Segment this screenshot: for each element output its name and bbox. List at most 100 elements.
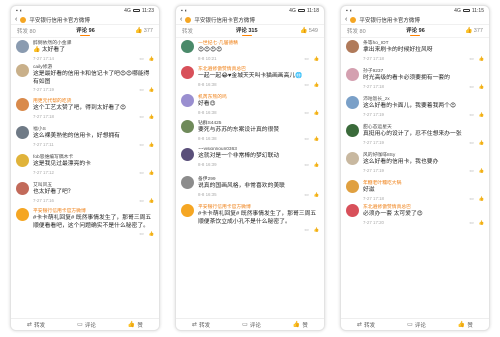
- thumb-up-icon[interactable]: 👍: [314, 56, 319, 62]
- thumb-up-icon[interactable]: 👍: [149, 170, 154, 176]
- reply-icon[interactable]: ▭: [304, 56, 308, 62]
- thumb-up-icon[interactable]: 👍: [479, 112, 484, 118]
- avatar[interactable]: [346, 68, 359, 81]
- comment-item[interactable]: 风的好咖啡8Sy 这么好看的信用卡，我也要办 7-27 17:19 ▭ 👍: [346, 151, 484, 179]
- like-button[interactable]: 👍 赞: [128, 321, 143, 329]
- thumb-up-icon[interactable]: 👍: [314, 162, 319, 168]
- comment-item[interactable]: 平安银行信用卡官方微博 #卡卡萌礼回复# 既然事情发生了，那哥三周五顺便看看吧，这…: [16, 207, 154, 241]
- tab-comments[interactable]: 评论 96: [406, 26, 425, 37]
- thumb-up-icon[interactable]: 👍: [149, 56, 154, 62]
- commenter-name[interactable]: 福小S: [33, 125, 154, 132]
- comment-item[interactable]: 钻群S4425 要死与苏苏的东案设计真的很赞 8-8 16:38 ▭ 👍: [181, 119, 319, 147]
- comment-item[interactable]: 备伊299 说真的国画风格，非常喜欢的美联 8-8 16:35 ▭ 👍: [181, 175, 319, 203]
- thumb-up-icon[interactable]: 👍: [479, 56, 484, 62]
- reply-icon[interactable]: ▭: [304, 162, 308, 168]
- comment-item[interactable]: 条等ho_IOT 拿出来刷卡的时候好拉风呀 7-27 17:18 ▭ 👍: [346, 39, 484, 67]
- avatar[interactable]: [181, 176, 194, 189]
- comment-button[interactable]: ▭ 评论: [77, 321, 96, 329]
- thumb-up-icon[interactable]: 👍: [479, 140, 484, 146]
- commenter-name[interactable]: 平安银行信用卡官方微博: [33, 207, 154, 214]
- reply-icon[interactable]: ▭: [139, 87, 143, 93]
- avatar[interactable]: [181, 66, 194, 79]
- comment-item[interactable]: 机芮东熊的鸣 好看😍 8-8 16:38 ▭ 👍: [181, 93, 319, 119]
- reply-icon[interactable]: ▭: [304, 192, 308, 198]
- tab-repost[interactable]: 转发 80: [347, 27, 366, 35]
- comment-item[interactable]: 年糖老叶糯吃大锅 好滋 7-27 17:18 ▭ 👍: [346, 179, 484, 203]
- avatar[interactable]: [181, 120, 194, 133]
- commenter-name[interactable]: 甜心态运星天: [363, 123, 484, 130]
- reply-icon[interactable]: ▭: [304, 136, 308, 142]
- comment-item[interactable]: 平安银行信用卡官方微博 #卡卡萌礼回复# 既然事情发生了，那哥三周五顺便茶饮立成小…: [181, 203, 319, 237]
- avatar[interactable]: [181, 40, 194, 53]
- reply-icon[interactable]: ▭: [139, 142, 143, 148]
- thumb-up-icon[interactable]: 👍: [314, 110, 319, 116]
- back-arrow-icon[interactable]: ‹: [15, 16, 17, 23]
- thumb-up-icon[interactable]: 👍: [479, 84, 484, 90]
- reply-icon[interactable]: ▭: [304, 82, 308, 88]
- account-avatar[interactable]: [185, 16, 192, 23]
- commenter-name[interactable]: 风的好咖啡8Sy: [363, 151, 484, 158]
- commenter-name[interactable]: 东北遍修傲赞情真总巴: [198, 65, 319, 72]
- like-button[interactable]: 👍 赞: [293, 321, 308, 329]
- commenter-name[interactable]: 年糖老叶糯吃大锅: [363, 179, 484, 186]
- commenter-name[interactable]: 机芮东熊的鸣: [198, 93, 319, 100]
- comment-item[interactable]: 东北遍修傲赞情真总巴 必须办一套 太可爱了😍 7-27 17:20 ▭ 👍: [346, 203, 484, 229]
- thumb-up-icon[interactable]: 👍: [479, 168, 484, 174]
- comment-item[interactable]: 一世纪七·几届德精 😍😍😍😍 8-8 10:21 ▭ 👍: [181, 39, 319, 65]
- thumb-up-icon[interactable]: 👍: [149, 198, 154, 204]
- comment-item[interactable]: 甜心态运星天 真挺用心的设计了，忍不住想来办一张 7-27 17:19 ▭ 👍: [346, 123, 484, 151]
- repost-button[interactable]: ⇄ 转发: [27, 321, 45, 329]
- commenter-name[interactable]: 艾叫风五: [33, 181, 154, 188]
- like-button[interactable]: 👍 赞: [458, 321, 473, 329]
- comment-item[interactable]: 东北遍修傲赞情真总巴 一起一起😂♥金城天天叫卡猫画画高儿🌐 8-8 16:38 ▭ 👍: [181, 65, 319, 93]
- commenter-name[interactable]: 条等ho_IOT: [363, 39, 484, 46]
- comment-button[interactable]: ▭ 评论: [242, 321, 261, 329]
- commenter-name[interactable]: 备伊299: [198, 175, 319, 182]
- commenter-name[interactable]: 平安银行信用卡官方微博: [198, 203, 319, 210]
- comment-item[interactable]: ~~vision/ioun0363 这就对是一个非常棒的梦幻联动 8-8 16:39…: [181, 147, 319, 175]
- comment-item[interactable]: 醉倒依然的小金驿 👍 太好看了 7-27 17:14 ▭ 👍: [16, 39, 154, 63]
- reply-icon[interactable]: ▭: [469, 112, 473, 118]
- reply-icon[interactable]: ▭: [304, 110, 308, 116]
- comment-item[interactable]: 用更元代帮的吃货 这个工艺太赞了吧，得到太好看了😍 7-27 17:18 ▭ 👍: [16, 97, 154, 125]
- thumb-up-icon[interactable]: 👍: [314, 227, 319, 233]
- reply-icon[interactable]: ▭: [139, 170, 143, 176]
- tab-repost[interactable]: 转发 80: [17, 27, 36, 35]
- avatar[interactable]: [181, 94, 194, 107]
- comment-item[interactable]: caily修游 这是最好看的信用卡和信记卡了吧😍😍哪能得有如图 7-27 17:19…: [16, 63, 154, 97]
- avatar[interactable]: [181, 148, 194, 161]
- tab-comments[interactable]: 评论 315: [236, 26, 258, 37]
- tab-repost[interactable]: 转发: [182, 27, 193, 35]
- comment-item[interactable]: 沛咕饭长_zx 这么好看的卡面儿，我要着我两个😍 7-27 17:19 ▭ 👍: [346, 95, 484, 123]
- thumb-up-icon[interactable]: 👍: [479, 220, 484, 226]
- commenter-name[interactable]: fob思维编写稿木卡: [33, 153, 154, 160]
- back-arrow-icon[interactable]: ‹: [180, 16, 182, 23]
- comment-button[interactable]: ▭ 评论: [407, 321, 426, 329]
- thumb-up-icon[interactable]: 👍: [314, 136, 319, 142]
- reply-icon[interactable]: ▭: [139, 114, 143, 120]
- tab-comments[interactable]: 评论 96: [76, 26, 95, 37]
- repost-button[interactable]: ⇄ 转发: [357, 321, 375, 329]
- comment-item[interactable]: fob思维编写稿木卡 这是我见过最漂亮的卡 7-27 17:12 ▭ 👍: [16, 153, 154, 181]
- reply-icon[interactable]: ▭: [469, 56, 473, 62]
- avatar[interactable]: [346, 124, 359, 137]
- commenter-name[interactable]: 孙子9237: [363, 67, 484, 74]
- reply-icon[interactable]: ▭: [469, 84, 473, 90]
- avatar[interactable]: [16, 182, 29, 195]
- reply-icon[interactable]: ▭: [469, 168, 473, 174]
- commenter-name[interactable]: 沛咕饭长_zx: [363, 95, 484, 102]
- avatar[interactable]: [16, 64, 29, 77]
- avatar[interactable]: [181, 204, 194, 217]
- avatar[interactable]: [346, 96, 359, 109]
- tab-likes[interactable]: 👍 377: [135, 28, 153, 34]
- avatar[interactable]: [16, 40, 29, 53]
- comment-item[interactable]: 福小S 这么裸美熟他的信用卡，好想拥有 7-27 17:11 ▭ 👍: [16, 125, 154, 153]
- account-avatar[interactable]: [20, 16, 27, 23]
- commenter-name[interactable]: ~~vision/ioun0363: [198, 147, 319, 152]
- thumb-up-icon[interactable]: 👍: [479, 196, 484, 202]
- tab-likes[interactable]: 👍 377: [465, 28, 483, 34]
- reply-icon[interactable]: ▭: [469, 196, 473, 202]
- reply-icon[interactable]: ▭: [469, 140, 473, 146]
- reply-icon[interactable]: ▭: [139, 231, 143, 237]
- commenter-name[interactable]: 一世纪七·几届德精: [198, 39, 319, 46]
